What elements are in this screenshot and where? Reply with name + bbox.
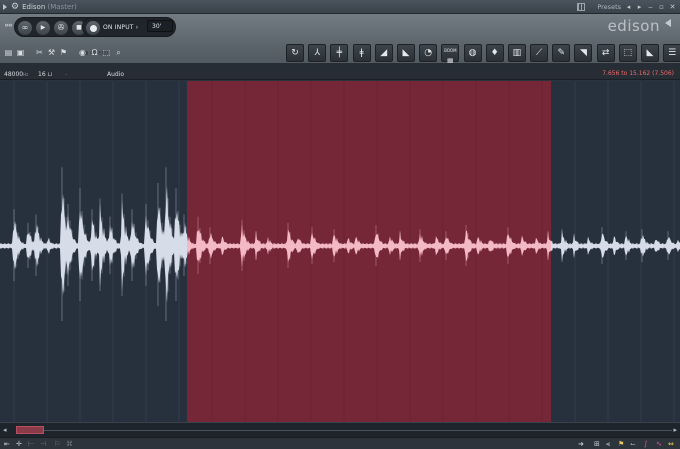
grid-snap-icon[interactable]: ⊞ bbox=[594, 439, 600, 449]
selection-range: 7.656 to 15.162 (7.506) bbox=[602, 70, 674, 77]
window-menu-arrow-icon[interactable] bbox=[3, 3, 7, 10]
close-icon[interactable]: ✕ bbox=[669, 3, 676, 11]
noise-tool-icon[interactable]: ǂ bbox=[352, 44, 371, 62]
regions-tool-icon[interactable]: ☰ bbox=[663, 44, 680, 62]
speaker-icon bbox=[665, 19, 671, 27]
draw-tool-icon[interactable]: ✎ bbox=[552, 44, 571, 62]
loop-button[interactable]: ∞ bbox=[18, 21, 32, 35]
metronome-button[interactable]: ✇ bbox=[54, 21, 68, 35]
sample-rate[interactable]: 48000Hz bbox=[4, 71, 28, 78]
magnet-icon[interactable]: Ω bbox=[90, 48, 99, 57]
normalize-tool-icon[interactable]: ╪ bbox=[330, 44, 349, 62]
preset-prev-arrow-icon[interactable]: ◂ bbox=[625, 3, 632, 11]
maximize-icon[interactable]: ▫ bbox=[658, 3, 665, 11]
add-marker-icon[interactable]: ✛ bbox=[16, 439, 22, 449]
scroll-right-icon[interactable]: ▸ bbox=[673, 426, 677, 434]
gear-icon[interactable]: ⚙ bbox=[11, 0, 19, 14]
marker-left-icon[interactable]: ⊢ bbox=[28, 439, 34, 449]
marker-icon[interactable]: ⚑ bbox=[59, 48, 68, 57]
wrench-icon[interactable]: ⚒ bbox=[47, 48, 56, 57]
record-length-field[interactable]: 30' bbox=[147, 20, 173, 32]
bit-depth-icon: ⊔ bbox=[47, 71, 53, 78]
edison-window: ⚙ Edison (Master) Presets ◂ ▸ ‒ ▫ ✕ ⚯ ∞ … bbox=[0, 0, 680, 449]
export-tool-icon[interactable]: ⬚ bbox=[618, 44, 637, 62]
spectral-tool-icon[interactable]: ▥ bbox=[507, 44, 526, 62]
presets-menu[interactable]: Presets bbox=[597, 3, 621, 11]
edison-logo: edison bbox=[607, 17, 660, 35]
pen-tool-icon[interactable]: ⟋ bbox=[530, 44, 549, 62]
marker-flag-icon[interactable]: ⚐ bbox=[54, 439, 60, 449]
send-to-icon[interactable]: ➜ bbox=[578, 439, 584, 449]
marker-tag-icon[interactable]: ⌘ bbox=[66, 439, 73, 449]
title-bar[interactable]: ⚙ Edison (Master) Presets ◂ ▸ ‒ ▫ ✕ bbox=[0, 0, 680, 14]
tag-tool-icon[interactable]: ◣ bbox=[641, 44, 659, 62]
channel-placeholder: - bbox=[65, 71, 68, 78]
overview-scrollbar[interactable]: ◂ ▸ bbox=[0, 422, 680, 437]
bit-depth[interactable]: 16 ⊔ bbox=[38, 71, 52, 78]
channel-label: Audio bbox=[107, 71, 125, 78]
eye-icon[interactable]: ◉ bbox=[78, 48, 87, 57]
bottom-bar: ⇤ ✛ ⊢ ⊣ ⚐ ⌘ ➜ ⊞ ⫷ ⚑ ⌙ ∫ ∿ ⇔ bbox=[0, 437, 680, 449]
play-button[interactable]: ▶ bbox=[36, 21, 50, 35]
scrub-icon[interactable]: ∿ bbox=[656, 439, 662, 449]
info-bar: 48000Hz 16 ⊔ - Audio 7.656 to 15.162 (7.… bbox=[0, 63, 680, 80]
record-mode-select[interactable]: ON INPUT › bbox=[103, 22, 138, 34]
minimize-icon[interactable]: ‒ bbox=[647, 3, 654, 11]
record-button[interactable] bbox=[86, 21, 100, 35]
link-icon[interactable]: ⚯ bbox=[4, 21, 13, 30]
title-bar-controls: Presets ◂ ▸ ‒ ▫ ✕ bbox=[577, 0, 676, 14]
trim-tool-icon[interactable]: ◥ bbox=[574, 44, 593, 62]
record-arm-icon[interactable]: ⌙ bbox=[630, 439, 636, 449]
select-icon[interactable]: ⬚ bbox=[102, 48, 111, 57]
time-tool-icon[interactable]: BOOM ▦ bbox=[441, 44, 460, 65]
disk-icon[interactable]: ▣ bbox=[16, 48, 25, 57]
tune-tool-icon[interactable]: ♦ bbox=[485, 44, 504, 62]
overview-thumb[interactable] bbox=[16, 426, 44, 434]
fade-out-tool-icon[interactable]: ◣ bbox=[396, 44, 415, 62]
waveform-view[interactable] bbox=[0, 81, 680, 422]
eq-tool-icon[interactable]: ◍ bbox=[463, 44, 482, 62]
marker-right-icon[interactable]: ⊣ bbox=[40, 439, 46, 449]
overview-track bbox=[16, 430, 672, 431]
toolbar: ⚯ ∞ ▶ ✇ ■ ON INPUT › 30' APPEND edison ▤… bbox=[0, 14, 680, 68]
fx-tools: ↻ ⅄ ╪ ǂ ◢ ◣ ◔ BOOM ▦ ◍ ♦ ▥ ⟋ ✎ ◥ ⇄ ⬚ ◣ ☰ bbox=[286, 44, 680, 65]
reverse-tool-icon[interactable]: ↻ bbox=[286, 44, 304, 62]
boom-label: BOOM bbox=[444, 48, 457, 53]
blur-tool-icon[interactable]: ◔ bbox=[419, 44, 438, 62]
window-title: Edison (Master) bbox=[22, 2, 77, 11]
drag-icon[interactable]: ⇔ bbox=[668, 439, 674, 449]
align-icon[interactable]: ⫷ bbox=[606, 439, 610, 449]
zoom-out-icon[interactable]: ⇤ bbox=[4, 439, 10, 449]
zoom-icon[interactable]: ⌕ bbox=[114, 48, 123, 57]
convert-tool-icon[interactable]: ⇄ bbox=[596, 44, 615, 62]
save-icon[interactable]: ▤ bbox=[4, 48, 13, 57]
scroll-left-icon[interactable]: ◂ bbox=[3, 426, 7, 434]
loop-tool-icon[interactable]: ⅄ bbox=[308, 44, 327, 62]
scissors-icon[interactable]: ✂ bbox=[35, 48, 44, 57]
preset-next-arrow-icon[interactable]: ▸ bbox=[636, 3, 643, 11]
edit-tools: ▤ ▣ ✂ ⚒ ⚑ ◉ Ω ⬚ ⌕ bbox=[4, 48, 123, 57]
fade-in-tool-icon[interactable]: ◢ bbox=[374, 44, 393, 62]
curve-icon[interactable]: ∫ bbox=[644, 439, 648, 449]
bookmark-icon[interactable]: ⚑ bbox=[618, 439, 624, 449]
waveform-canvas[interactable] bbox=[0, 81, 680, 422]
view-grid-icon[interactable] bbox=[577, 3, 586, 11]
